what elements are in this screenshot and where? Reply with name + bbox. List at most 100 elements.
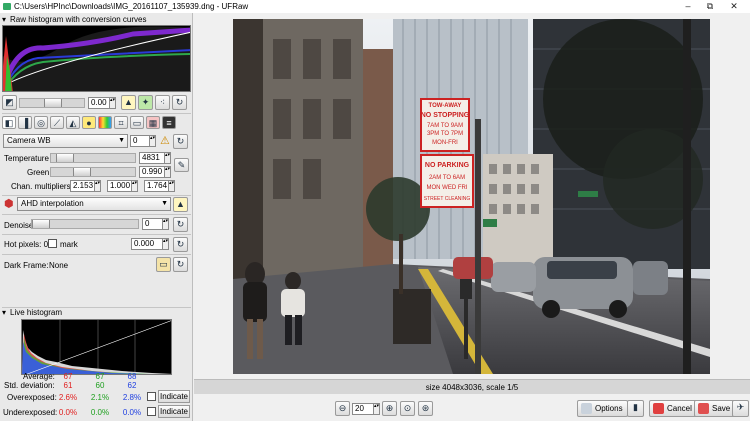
reset-dark-frame-icon[interactable]: ↻: [173, 257, 188, 272]
denoise-field[interactable]: 0: [142, 218, 163, 230]
mark-label: mark: [60, 240, 78, 249]
stddev-red: 61: [63, 381, 73, 390]
indicate-overexposed-checkbox[interactable]: [147, 392, 156, 401]
zoom-out-icon[interactable]: ⊖: [335, 401, 350, 416]
eyedropper-icon[interactable]: ✎: [174, 158, 189, 172]
zoom-in-icon[interactable]: ⊕: [382, 401, 397, 416]
denoise-spinner[interactable]: ▴▾: [163, 218, 169, 230]
zoom-100-icon[interactable]: ⊛: [418, 401, 433, 416]
overexposed-red: 2.6%: [58, 393, 78, 402]
tab-lens-icon[interactable]: ◎: [34, 116, 48, 129]
multiplier-blue-spinner[interactable]: ▴▾: [169, 180, 175, 192]
reset-wb-icon[interactable]: ↻: [173, 134, 188, 149]
exposure-field[interactable]: 0.00: [88, 97, 110, 109]
cancel-button[interactable]: Cancel: [649, 400, 697, 417]
sign-stop-hours: 7AM TO 9AM: [427, 123, 463, 129]
divider: [2, 234, 191, 235]
sign-no-parking: NO PARKING: [425, 162, 470, 169]
reset-exposure-icon[interactable]: ↻: [172, 95, 187, 110]
underexposed-green: 0.0%: [90, 408, 110, 417]
clip-icon[interactable]: ✦: [138, 95, 153, 110]
tab-grayscale-icon[interactable]: ▐: [18, 116, 32, 129]
wb-fine-tune-field[interactable]: 0: [130, 135, 150, 147]
overexposed-label: Overexposed:: [7, 393, 57, 402]
zoom-spinner[interactable]: ▴▾: [374, 403, 380, 415]
white-balance-select-value: Camera WB: [7, 136, 51, 145]
interpolation-select[interactable]: AHD interpolation ▼: [17, 197, 171, 211]
multiplier-red-field[interactable]: 2.153: [70, 180, 95, 192]
minimize-button[interactable]: –: [678, 0, 698, 13]
options-button-label: Options: [595, 404, 623, 413]
send-to-gimp-icon[interactable]: ✈: [732, 400, 749, 417]
temperature-field[interactable]: 4831: [139, 152, 165, 164]
wb-fine-tune-spinner[interactable]: ▴▾: [150, 135, 156, 147]
restore-details-icon[interactable]: ⁖: [155, 95, 170, 110]
live-histogram-header[interactable]: Live histogram: [0, 307, 62, 318]
temperature-spinner[interactable]: ▴▾: [165, 152, 171, 164]
multiplier-red-spinner[interactable]: ▴▾: [95, 180, 101, 192]
raw-histogram-header[interactable]: Raw histogram with conversion curves: [0, 14, 147, 25]
tab-base-curve-icon[interactable]: ⟋: [50, 116, 64, 129]
interpolation-icon: ⬢: [4, 198, 14, 210]
indicate-overexposed-button[interactable]: Indicate: [158, 390, 190, 403]
smoothing-icon[interactable]: ▲: [173, 197, 188, 212]
reset-denoise-icon[interactable]: ↻: [173, 217, 188, 232]
zoom-fit-icon[interactable]: ⊙: [400, 401, 415, 416]
cancel-button-label: Cancel: [667, 404, 692, 413]
exposure-spinner[interactable]: ▴▾: [110, 97, 116, 109]
interpolation-select-value: AHD interpolation: [21, 199, 84, 208]
raw-histogram: [2, 25, 191, 92]
multiplier-blue-field[interactable]: 1.764: [144, 180, 169, 192]
overexposed-blue: 2.8%: [122, 393, 142, 402]
denoise-slider[interactable]: [31, 219, 139, 229]
exposure-slider-knob[interactable]: [44, 99, 62, 107]
close-button[interactable]: ✕: [724, 0, 744, 13]
divider: [2, 214, 191, 215]
tab-color-management-icon[interactable]: ◭: [66, 116, 80, 129]
average-blue: 68: [127, 372, 137, 381]
green-slider[interactable]: [50, 167, 136, 177]
tab-exif-icon[interactable]: ▦: [146, 116, 160, 129]
temperature-slider[interactable]: [50, 153, 136, 163]
green-spinner[interactable]: ▴▾: [165, 166, 171, 178]
hot-pixels-field[interactable]: 0.000: [131, 238, 163, 250]
exposure-icon[interactable]: ◩: [2, 95, 17, 110]
reset-hot-pixels-icon[interactable]: ↻: [173, 237, 188, 252]
temperature-label: Temperature: [4, 154, 49, 163]
hot-pixels-spinner[interactable]: ▴▾: [163, 238, 169, 250]
sign-park-hours: 2AM TO 6AM: [429, 175, 465, 181]
auto-exposure-icon[interactable]: ▲: [121, 95, 136, 110]
temperature-slider-knob[interactable]: [56, 154, 74, 162]
multiplier-green-field[interactable]: 1.000: [107, 180, 132, 192]
window-title: C:\Users\HPInc\Downloads\IMG_20161107_13…: [14, 2, 249, 11]
green-slider-knob[interactable]: [73, 168, 91, 176]
exposure-slider[interactable]: [19, 98, 85, 108]
open-folder-icon[interactable]: ▭: [156, 257, 171, 272]
sign-tow-away: TOW-AWAY: [429, 103, 462, 109]
options-button[interactable]: Options: [577, 400, 628, 417]
divider: [2, 195, 191, 196]
tab-lightness-icon[interactable]: [98, 116, 112, 129]
green-field[interactable]: 0.990: [139, 166, 165, 178]
sign-stop-hours-2: 3PM TO 7PM: [427, 131, 463, 137]
denoise-slider-knob[interactable]: [32, 220, 50, 228]
tab-lens-correction-icon[interactable]: ≡: [162, 116, 176, 129]
white-balance-select[interactable]: Camera WB ▼: [3, 134, 128, 148]
hot-pixels-label: Hot pixels: 0: [4, 240, 49, 249]
mark-hot-pixels-checkbox[interactable]: [48, 239, 57, 248]
multiplier-green-spinner[interactable]: ▴▾: [132, 180, 138, 192]
tab-save-icon[interactable]: ▭: [130, 116, 144, 129]
tab-correction-icon[interactable]: ●: [82, 116, 96, 129]
tab-crop-icon[interactable]: ⌗: [114, 116, 128, 129]
indicate-underexposed-checkbox[interactable]: [147, 407, 156, 416]
street-photo: TOW-AWAY NO STOPPING 7AM TO 9AM 3PM TO 7…: [233, 19, 710, 374]
delete-icon[interactable]: ▮: [627, 400, 644, 417]
indicate-underexposed-button[interactable]: Indicate: [158, 405, 190, 418]
preview-image[interactable]: TOW-AWAY NO STOPPING 7AM TO 9AM 3PM TO 7…: [233, 19, 710, 374]
sign-no-stopping: NO STOPPING: [421, 112, 470, 119]
maximize-button[interactable]: ⧉: [700, 0, 720, 13]
save-button[interactable]: Save: [694, 400, 736, 417]
tab-white-balance-icon[interactable]: ◧: [2, 116, 16, 129]
zoom-field[interactable]: 20: [352, 403, 374, 415]
control-panel: Raw histogram with conversion curves ◩ 0…: [0, 13, 193, 421]
